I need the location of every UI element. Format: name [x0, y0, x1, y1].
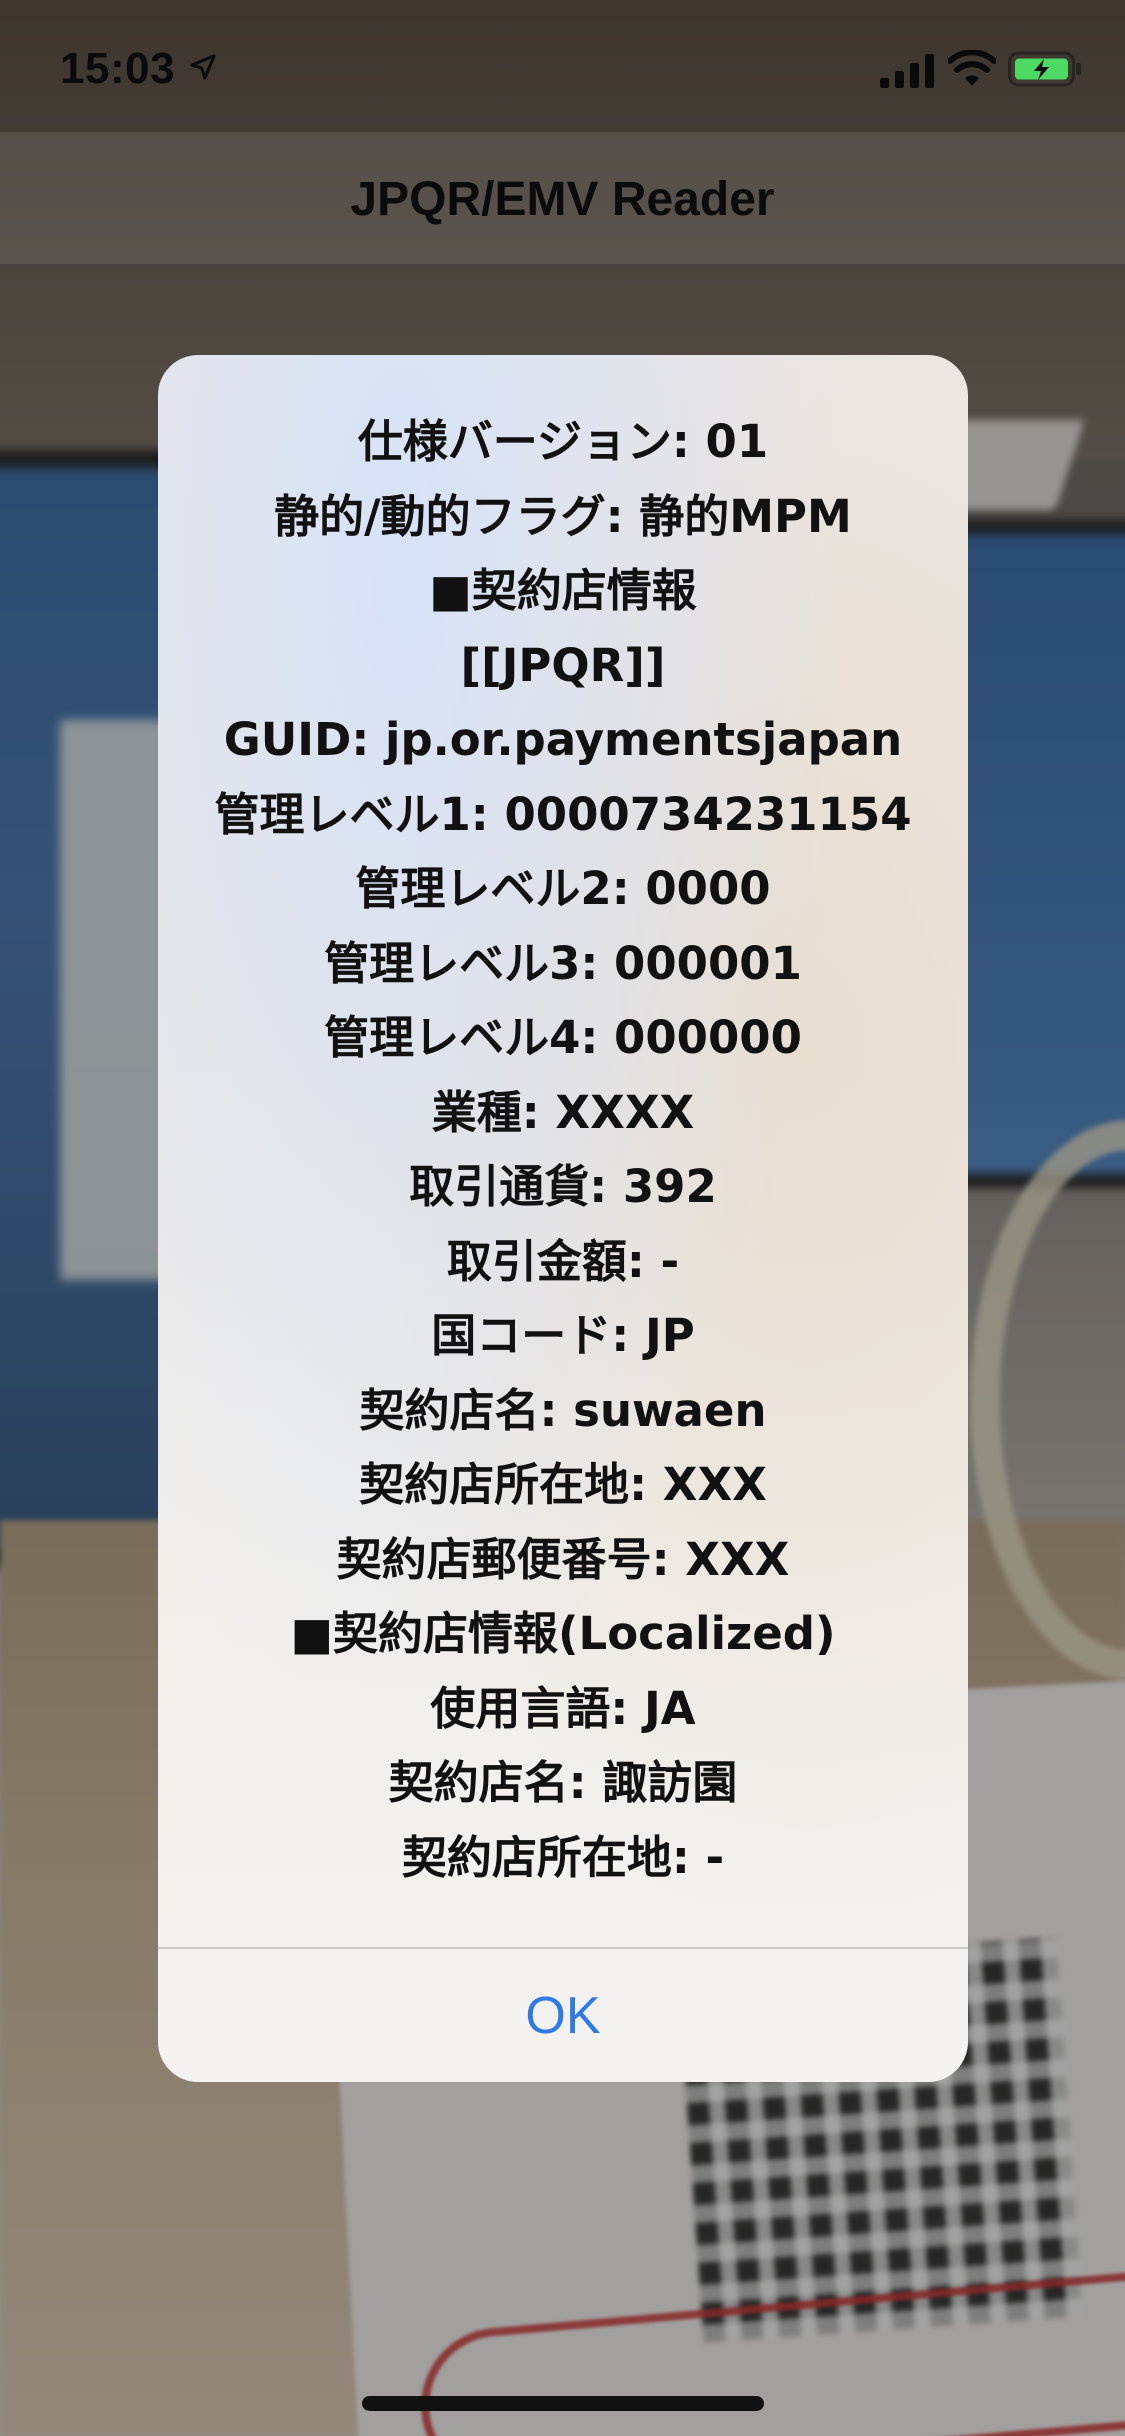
alert-message: 仕様バージョン: 01 静的/動的フラグ: 静的MPM ■契約店情報 [[JPQ… — [158, 405, 968, 1895]
alert-line-merchant-name: 契約店名: suwaen — [359, 1383, 767, 1437]
alert-line-localized-header: ■契約店情報(Localized) — [290, 1607, 836, 1660]
alert-line-business-type: 業種: XXXX — [431, 1085, 695, 1139]
alert-line-country-code: 国コード: JP — [431, 1309, 695, 1362]
ok-button[interactable]: OK — [158, 1949, 968, 2082]
battery-charging-icon — [1008, 51, 1081, 87]
cellular-signal-icon — [880, 54, 934, 88]
alert-line-management-level-3: 管理レベル3: 000001 — [324, 936, 802, 990]
alert-line-language: 使用言語: JA — [430, 1681, 696, 1735]
location-arrow-icon — [190, 54, 216, 80]
alert-line-management-level-2: 管理レベル2: 0000 — [355, 862, 771, 915]
alert-line-static-dynamic-flag: 静的/動的フラグ: 静的MPM — [274, 489, 852, 543]
alert-line-jpqr-tag: [[JPQR]] — [460, 638, 666, 692]
home-indicator[interactable] — [362, 2396, 764, 2411]
alert-line-management-level-4: 管理レベル4: 000000 — [324, 1011, 802, 1064]
alert-line-amount: 取引金額: - — [446, 1234, 680, 1288]
status-time: 15:03 — [60, 44, 176, 93]
alert-line-management-level-1: 管理レベル1: 0000734231154 — [214, 787, 912, 841]
alert-line-localized-merchant-name: 契約店名: 諏訪園 — [388, 1756, 738, 1809]
alert-line-currency: 取引通貨: 392 — [409, 1160, 717, 1213]
alert-line-merchant-address: 契約店所在地: XXX — [359, 1458, 767, 1511]
alert-dialog: 仕様バージョン: 01 静的/動的フラグ: 静的MPM ■契約店情報 [[JPQ… — [158, 355, 968, 2082]
alert-line-merchant-postal-code: 契約店郵便番号: XXX — [336, 1532, 790, 1586]
navigation-bar: JPQR/EMV Reader — [0, 132, 1125, 264]
wifi-icon — [948, 50, 996, 86]
alert-line-merchant-info-header: ■契約店情報 — [429, 564, 697, 617]
alert-line-guid: GUID: jp.or.paymentsjapan — [223, 713, 903, 766]
nav-title: JPQR/EMV Reader — [350, 173, 775, 226]
status-bar: 15:03 — [0, 0, 1125, 132]
alert-line-localized-merchant-address: 契約店所在地: - — [401, 1830, 725, 1884]
alert-line-spec-version: 仕様バージョン: 01 — [357, 415, 769, 468]
